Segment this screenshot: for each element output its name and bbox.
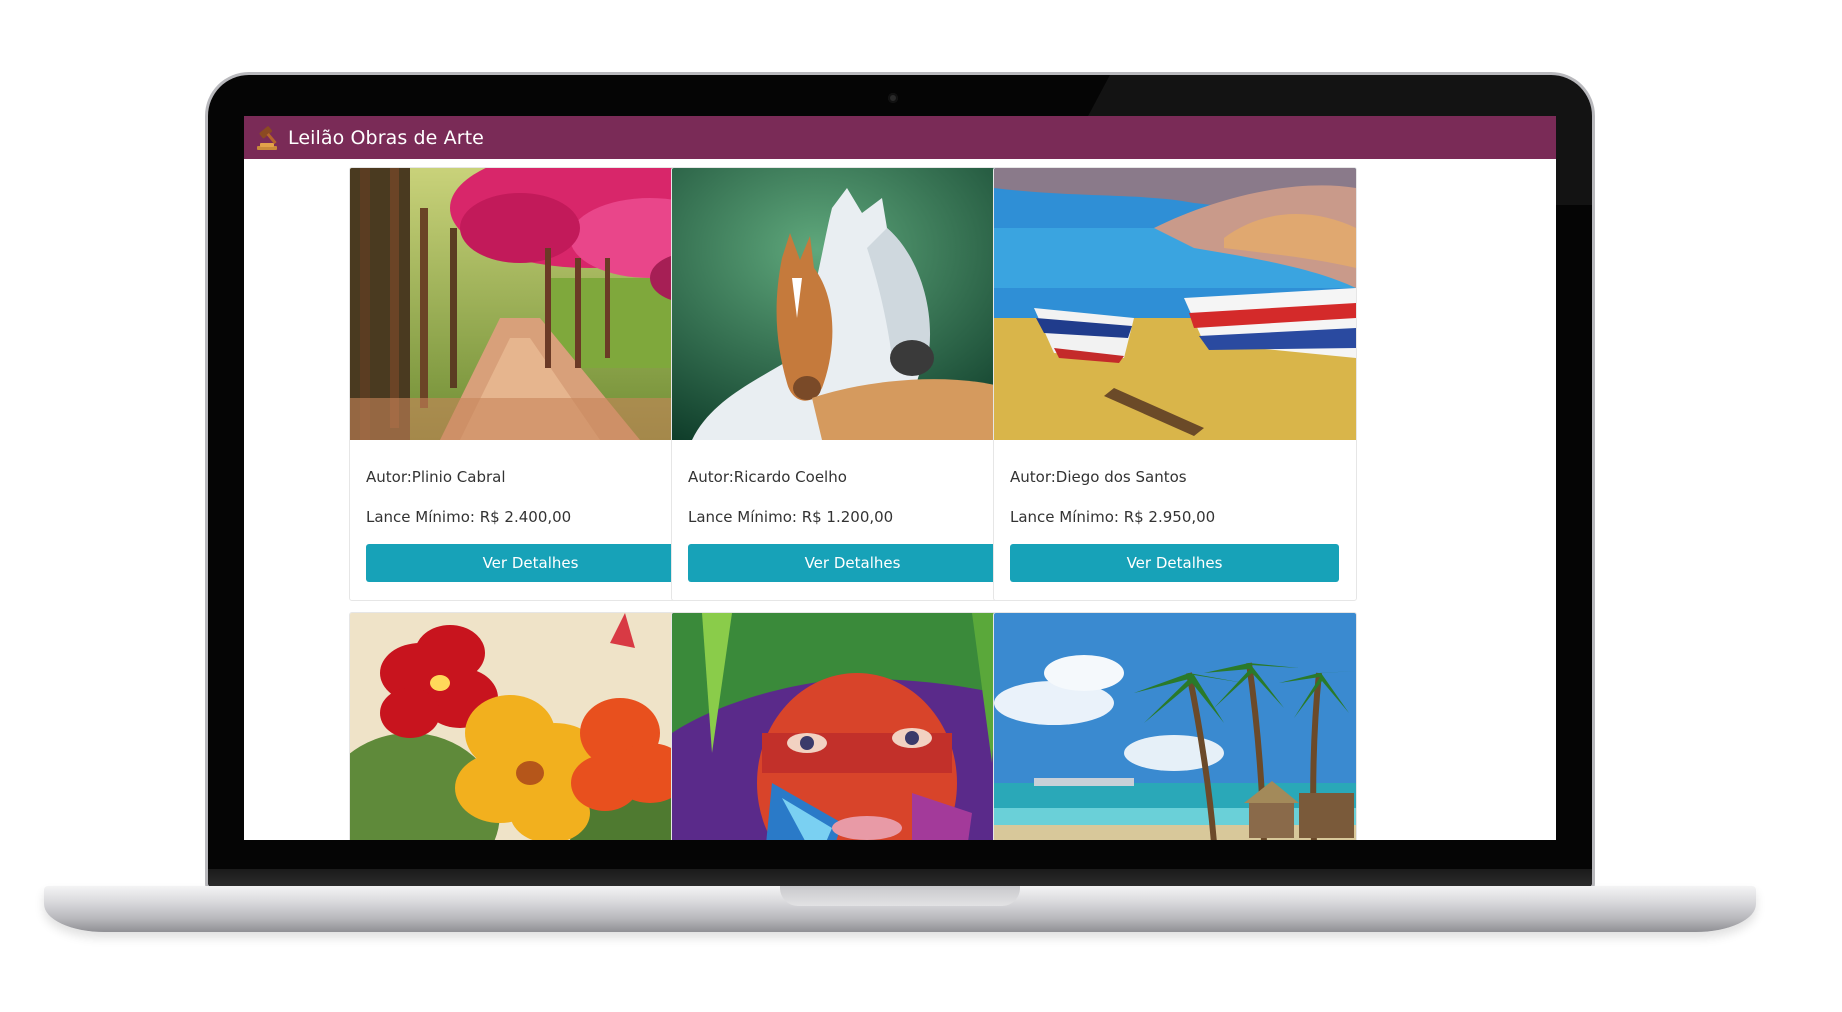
author-label: Autor:Diego dos Santos	[1010, 468, 1187, 486]
min-bid-label: Lance Mínimo: R$ 2.950,00	[1010, 508, 1216, 526]
screen: Leilão Obras de Arte Autor:Plinio Cabral…	[244, 116, 1556, 840]
artwork-image[interactable]	[350, 168, 712, 440]
min-bid-label: Lance Mínimo: R$ 2.400,00	[366, 508, 572, 526]
artwork-card	[993, 612, 1357, 840]
navbar: Leilão Obras de Arte	[244, 116, 1556, 159]
artwork-card	[671, 612, 1035, 840]
artwork-card: Autor:Ricardo Coelho Lance Mínimo: R$ 1.…	[671, 167, 1035, 601]
artwork-image[interactable]	[350, 613, 712, 840]
artwork-image[interactable]	[994, 168, 1356, 440]
artwork-card: Autor:Diego dos Santos Lance Mínimo: R$ …	[993, 167, 1357, 601]
author-label: Autor:Plinio Cabral	[366, 468, 506, 486]
artwork-card	[349, 612, 713, 840]
card-body: Autor:Diego dos Santos Lance Mínimo: R$ …	[994, 440, 1356, 600]
view-details-button[interactable]: Ver Detalhes	[366, 544, 695, 582]
laptop-opening-notch	[780, 886, 1020, 906]
artwork-image[interactable]	[994, 613, 1356, 840]
webcam-icon	[888, 93, 898, 103]
card-body: Autor:Plinio Cabral Lance Mínimo: R$ 2.4…	[350, 440, 712, 600]
brand-title[interactable]: Leilão Obras de Arte	[288, 127, 484, 149]
artwork-image[interactable]	[672, 613, 1034, 840]
author-label: Autor:Ricardo Coelho	[688, 468, 847, 486]
card-body: Autor:Ricardo Coelho Lance Mínimo: R$ 1.…	[672, 440, 1034, 600]
min-bid-label: Lance Mínimo: R$ 1.200,00	[688, 508, 894, 526]
artwork-card: Autor:Plinio Cabral Lance Mínimo: R$ 2.4…	[349, 167, 713, 601]
view-details-button[interactable]: Ver Detalhes	[688, 544, 1017, 582]
view-details-button[interactable]: Ver Detalhes	[1010, 544, 1339, 582]
artwork-image[interactable]	[672, 168, 1034, 440]
auction-gavel-icon[interactable]	[254, 124, 282, 152]
laptop-hinge	[208, 869, 1592, 887]
